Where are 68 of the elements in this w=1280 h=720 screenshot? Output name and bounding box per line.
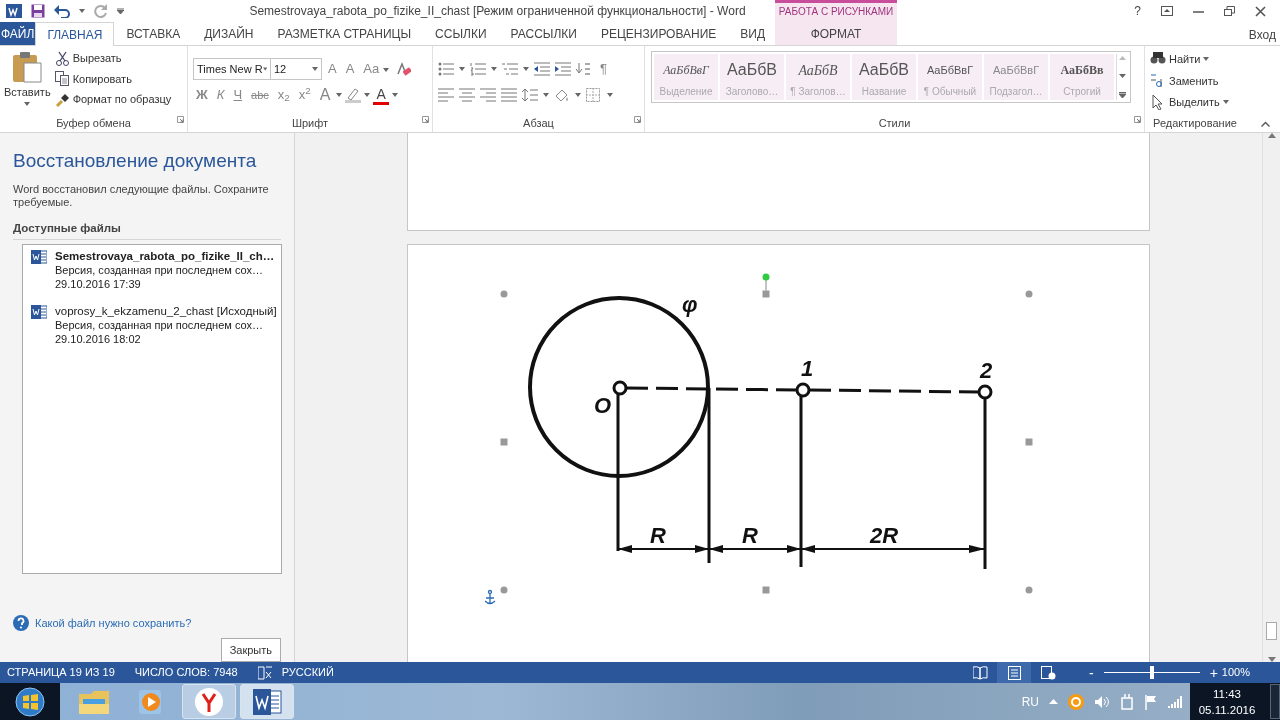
style-item[interactable]: АаБбВвГ ¶ Обычный <box>918 54 982 100</box>
cut-button[interactable]: Вырезать <box>52 49 174 68</box>
recovered-file-item[interactable]: voprosy_k_ekzamenu_2_chast [Исходный] Версия, созданная при последнем сох… 29.10.2016 18:02 <box>31 303 277 346</box>
group-label: Абзац <box>523 117 554 129</box>
language-indicator[interactable]: РУССКИЙ <box>281 664 334 681</box>
ribbon-tab[interactable]: РАССЫЛКИ <box>498 22 589 45</box>
font-name-field[interactable]: Times New R <box>193 58 271 80</box>
pane-message: Word восстановил следующие файлы. Сохраните требуемые. <box>13 182 270 209</box>
underline-button[interactable]: Ч <box>230 85 246 105</box>
change-case-button[interactable]: Aa <box>360 59 392 79</box>
zoom-level[interactable]: 100% <box>1221 664 1250 681</box>
close-pane-button[interactable]: Закрыть <box>220 637 281 662</box>
show-marks-button[interactable]: ¶ <box>597 59 610 79</box>
sign-in-link[interactable]: Вход <box>1248 22 1280 45</box>
font-color-button[interactable]: A <box>373 85 389 105</box>
style-item[interactable]: АаБбВв Строгий <box>1050 54 1114 100</box>
replace-button[interactable]: Заменить <box>1148 71 1242 90</box>
group-label: Стили <box>878 117 911 129</box>
italic-button[interactable]: К <box>213 85 228 105</box>
diagram-label: 2 <box>980 358 993 383</box>
diagram-label: R <box>650 523 666 548</box>
select-button[interactable]: Выделить <box>1148 93 1242 112</box>
find-button[interactable]: Найти <box>1148 50 1242 69</box>
copy-button[interactable]: Копировать <box>52 69 174 88</box>
clock-date: 05.11.2016 <box>1197 702 1257 718</box>
style-item[interactable]: АаБбВвГ Выделение <box>654 54 718 100</box>
ribbon-tab[interactable]: РАЗМЕТКА СТРАНИЦЫ <box>265 22 424 45</box>
recovered-file-item[interactable]: Semestrovaya_rabota_po_fizike_II_ch… Версия, созданная при последнем сох… 29.10.2016 17:39 <box>31 248 275 291</box>
ribbon-tab[interactable]: ВИД <box>728 22 778 45</box>
ribbon-tab[interactable]: ВСТАВКА <box>114 22 193 45</box>
diagram-label: R <box>742 523 758 548</box>
diagram-label: O <box>594 393 612 418</box>
group-label: Буфер обмена <box>56 117 131 129</box>
sup-button[interactable]: x$^{2}$ <box>295 85 314 105</box>
style-item[interactable]: АаБбВ Название <box>852 54 916 100</box>
painter-button[interactable]: Формат по образцу <box>52 90 174 109</box>
help-button[interactable]: ? <box>1134 2 1141 20</box>
section-heading: Доступные файлы <box>13 219 281 240</box>
font-size-field[interactable]: 12 <box>270 58 322 80</box>
pane-title: Восстановление документа <box>13 149 258 173</box>
ribbon-tab[interactable]: ГЛАВНАЯ <box>35 22 115 46</box>
diagram-label: 1 <box>801 356 814 381</box>
ribbon-tab[interactable]: РЕЦЕНЗИРОВАНИЕ <box>588 22 729 45</box>
help-link[interactable]: Какой файл нужно сохранить? <box>35 615 192 632</box>
group-label: Шрифт <box>291 117 329 129</box>
text-effects-button[interactable]: A <box>316 85 334 105</box>
paste-button[interactable]: Вставить <box>2 51 51 115</box>
grow-font-button[interactable]: A <box>325 59 340 79</box>
clock-time: 11:43 <box>1212 686 1242 702</box>
contextual-group-label: РАБОТА С РИСУНКАМИ <box>775 0 897 22</box>
word-count: ЧИСЛО СЛОВ: 7948 <box>134 665 238 681</box>
diagram-label: 2R <box>870 523 899 548</box>
ribbon-tab[interactable]: ФОРМАТ <box>775 22 897 45</box>
file-tab[interactable]: ФАЙЛ <box>0 22 36 45</box>
group-label: Редактирование <box>1153 117 1237 129</box>
ribbon-tab[interactable]: ССЫЛКИ <box>423 22 499 45</box>
page-count: СТРАНИЦА 19 ИЗ 19 <box>7 665 115 681</box>
style-item[interactable]: АаБбВ ¶ Заголов… <box>786 54 850 100</box>
zoom-out-button[interactable]: - <box>1085 663 1098 682</box>
shrink-font-button[interactable]: A <box>342 59 358 79</box>
zoom-in-button[interactable]: + <box>1205 663 1222 682</box>
window-title: Semestrovaya_rabota_po_fizike_II_chast [Режим ограниченной функциональности] - Word <box>248 3 747 20</box>
strike-button[interactable]: abc <box>248 85 272 105</box>
style-item[interactable]: АаБбВ Заголово… <box>720 54 784 100</box>
bold-button[interactable]: Ж <box>193 85 211 105</box>
diagram-label: φ <box>682 292 698 317</box>
ribbon-tab[interactable]: ДИЗАЙН <box>192 22 266 45</box>
sub-button[interactable]: x$_{2}$ <box>274 85 293 105</box>
